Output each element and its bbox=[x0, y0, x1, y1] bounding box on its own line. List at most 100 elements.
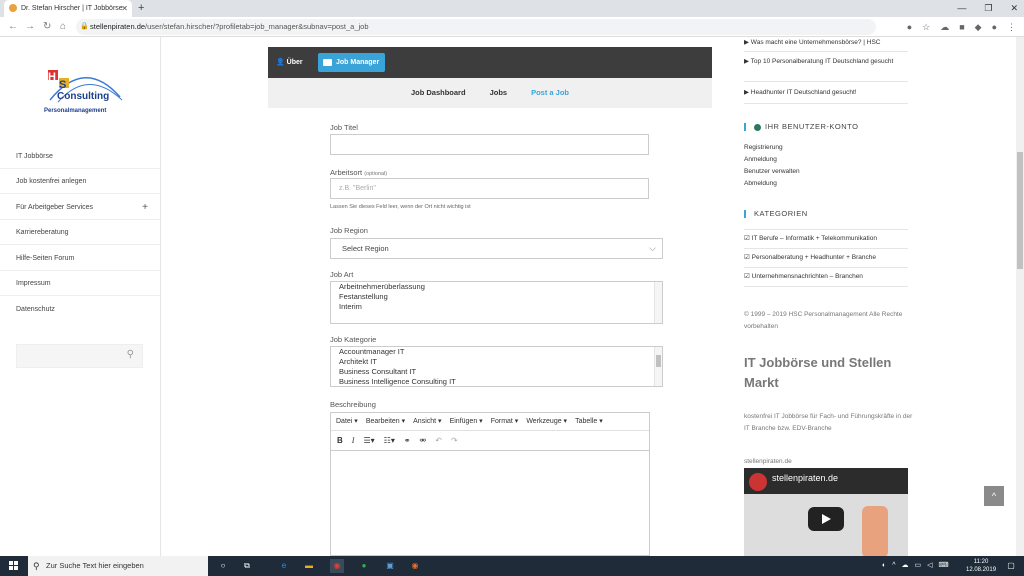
video-embed[interactable]: stellenpiraten.de bbox=[744, 468, 908, 556]
chrome-icon[interactable]: ◉ bbox=[330, 559, 344, 573]
category-link[interactable]: ☑ Personalberatung + Headhunter + Branch… bbox=[744, 253, 908, 262]
list-item[interactable]: Business Consultant IT bbox=[339, 367, 654, 377]
explorer-icon[interactable]: ▬ bbox=[302, 559, 316, 573]
taskbar-search-input[interactable]: ⚲ Zur Suche Text hier eingeben bbox=[28, 556, 208, 576]
keyboard-icon[interactable]: ⌨ bbox=[939, 556, 949, 576]
star-icon[interactable]: ☆ bbox=[922, 17, 930, 37]
list-item[interactable]: Interim bbox=[339, 302, 654, 312]
video-title[interactable]: stellenpiraten.de bbox=[772, 473, 838, 483]
category-link[interactable]: ☑ IT Berufe – Informatik + Telekommunika… bbox=[744, 234, 908, 243]
link-icon[interactable]: ⚭ bbox=[404, 431, 411, 450]
editor-menu-datei[interactable]: Datei ▾ bbox=[336, 413, 358, 430]
menu-item-it-jobboerse[interactable]: IT Jobbörse bbox=[0, 144, 160, 169]
back-to-top-button[interactable]: ^ bbox=[984, 486, 1004, 506]
location-input[interactable]: z.B. "Berlin" bbox=[330, 178, 649, 199]
address-bar[interactable]: 🔒 stellenpiraten.de/user/stefan.hirscher… bbox=[76, 19, 876, 35]
job-title-input[interactable] bbox=[330, 134, 649, 155]
extension-icon[interactable]: ☁ bbox=[940, 17, 949, 37]
description-editor[interactable]: Datei ▾ Bearbeiten ▾ Ansicht ▾ Einfügen … bbox=[330, 412, 650, 556]
account-link-benutzer-verwalten[interactable]: Benutzer verwalten bbox=[744, 167, 800, 176]
editor-menu-einfuegen[interactable]: Einfügen ▾ bbox=[450, 413, 483, 430]
menu-item-karriereberatung[interactable]: Karriereberatung bbox=[0, 220, 160, 245]
menu-item-impressum[interactable]: Impressum bbox=[0, 271, 160, 296]
subnav-jobs[interactable]: Jobs bbox=[490, 78, 508, 108]
undo-icon[interactable]: ↶ bbox=[435, 431, 442, 450]
close-tab-icon[interactable]: ✕ bbox=[121, 0, 128, 17]
taskbar-clock[interactable]: 11:20 12.08.2019 bbox=[966, 558, 996, 574]
cortana-icon[interactable]: ○ bbox=[216, 559, 230, 573]
list-item[interactable]: Arbeitnehmerüberlassung bbox=[339, 282, 654, 292]
task-view-icon[interactable]: ⧉ bbox=[240, 559, 254, 573]
editor-menu-bearbeiten[interactable]: Bearbeiten ▾ bbox=[366, 413, 405, 430]
tab-job-manager[interactable]: Job Manager bbox=[318, 53, 386, 72]
bullet-list-icon[interactable]: ☰▾ bbox=[363, 431, 374, 450]
subnav-post-a-job[interactable]: Post a Job bbox=[531, 78, 569, 108]
windows-start-icon[interactable] bbox=[9, 561, 19, 571]
editor-menu-ansicht[interactable]: Ansicht ▾ bbox=[413, 413, 441, 430]
unlink-icon[interactable]: ⚮ bbox=[420, 431, 427, 450]
chevron-up-icon[interactable]: ^ bbox=[892, 556, 895, 576]
list-item[interactable]: Architekt IT bbox=[339, 357, 654, 367]
company-logo[interactable]: H S Consulting Personalmanagement bbox=[40, 62, 126, 117]
page-scrollbar[interactable] bbox=[1016, 37, 1024, 556]
home-icon[interactable]: ⌂ bbox=[60, 17, 66, 37]
account-link-abmeldung[interactable]: Abmeldung bbox=[744, 179, 777, 188]
listbox-scrollbar[interactable] bbox=[654, 282, 662, 323]
maximize-icon[interactable]: ❐ bbox=[984, 0, 992, 17]
redo-icon[interactable]: ↷ bbox=[451, 431, 458, 450]
bold-icon[interactable]: B bbox=[337, 431, 343, 450]
editor-menu-format[interactable]: Format ▾ bbox=[491, 413, 519, 430]
minimize-icon[interactable]: — bbox=[957, 0, 966, 17]
new-tab-button[interactable]: + bbox=[138, 0, 144, 17]
edge-icon[interactable]: e bbox=[277, 559, 291, 573]
listbox-scrollbar[interactable] bbox=[654, 347, 662, 386]
subnav-job-dashboard[interactable]: Job Dashboard bbox=[411, 78, 466, 108]
extension-icon[interactable]: ◆ bbox=[975, 17, 982, 37]
scrollbar-thumb[interactable] bbox=[1017, 152, 1023, 269]
editor-menu-tabelle[interactable]: Tabelle ▾ bbox=[575, 413, 603, 430]
app-icon[interactable]: ▣ bbox=[383, 559, 397, 573]
category-link[interactable]: ☑ Unternehmensnachrichten – Branchen bbox=[744, 272, 908, 281]
extension-icon[interactable]: ● bbox=[907, 17, 912, 37]
expand-plus-icon[interactable]: + bbox=[142, 195, 148, 220]
search-icon[interactable]: ⚲ bbox=[127, 349, 134, 360]
reload-icon[interactable]: ↻ bbox=[43, 17, 51, 37]
cloud-icon[interactable]: ☁ bbox=[902, 556, 909, 576]
firefox-icon[interactable]: ◉ bbox=[408, 559, 422, 573]
forward-icon[interactable]: → bbox=[25, 17, 35, 37]
extension-icon[interactable]: ■ bbox=[959, 17, 964, 37]
menu-item-hilfe-forum[interactable]: Hilfe-Seiten Forum bbox=[0, 246, 160, 271]
list-item[interactable]: Business Intelligence Consulting IT bbox=[339, 377, 654, 386]
menu-item-datenschutz[interactable]: Datenschutz bbox=[0, 297, 160, 322]
play-button[interactable] bbox=[808, 507, 844, 531]
back-icon[interactable]: ← bbox=[8, 17, 18, 37]
sidebar-link[interactable]: ▶ Headhunter IT Deutschland gesucht! bbox=[744, 88, 908, 97]
italic-icon[interactable]: I bbox=[352, 431, 355, 450]
sidebar-search-input[interactable]: ⚲ bbox=[16, 344, 143, 368]
menu-dots-icon[interactable]: ⋮ bbox=[1007, 17, 1016, 37]
account-link-registrierung[interactable]: Registrierung bbox=[744, 143, 783, 152]
editor-menu-werkzeuge[interactable]: Werkzeuge ▾ bbox=[526, 413, 567, 430]
list-item[interactable]: Festanstellung bbox=[339, 292, 654, 302]
region-select[interactable]: Select Region ⌵ bbox=[330, 238, 663, 259]
menu-item-arbeitgeber-services[interactable]: Für Arbeitgeber Services + bbox=[0, 195, 160, 220]
menu-item-job-anlegen[interactable]: Job kostenfrei anlegen bbox=[0, 169, 160, 194]
tab-ueber[interactable]: 👤 Über bbox=[276, 55, 303, 70]
volume-icon[interactable]: ◁ bbox=[927, 556, 932, 576]
sidebar-link[interactable]: ▶ Was macht eine Unternehmensbörse? | HS… bbox=[744, 38, 908, 47]
app-icon[interactable]: ● bbox=[357, 559, 371, 573]
notification-icon[interactable]: ▢ bbox=[1004, 559, 1018, 573]
profile-icon[interactable]: ● bbox=[992, 17, 997, 37]
job-category-listbox[interactable]: Accountmanager IT Architekt IT Business … bbox=[330, 346, 663, 387]
numbered-list-icon[interactable]: ☷▾ bbox=[384, 431, 395, 450]
scrollbar-thumb[interactable] bbox=[656, 355, 661, 367]
account-link-anmeldung[interactable]: Anmeldung bbox=[744, 155, 777, 164]
close-window-icon[interactable]: ✕ bbox=[1010, 0, 1018, 17]
job-type-listbox[interactable]: Arbeitnehmerüberlassung Festanstellung I… bbox=[330, 281, 663, 324]
app-tray-icon[interactable]: ◐ bbox=[882, 556, 886, 576]
list-item[interactable]: Accountmanager IT bbox=[339, 347, 654, 357]
network-icon[interactable]: ▭ bbox=[915, 556, 922, 576]
channel-avatar[interactable] bbox=[749, 473, 767, 491]
sidebar-link[interactable]: ▶ Top 10 Personalberatung IT Deutschland… bbox=[744, 57, 908, 66]
browser-tab[interactable]: Dr. Stefan Hirscher | IT Jobbörse ✕ bbox=[4, 0, 132, 17]
